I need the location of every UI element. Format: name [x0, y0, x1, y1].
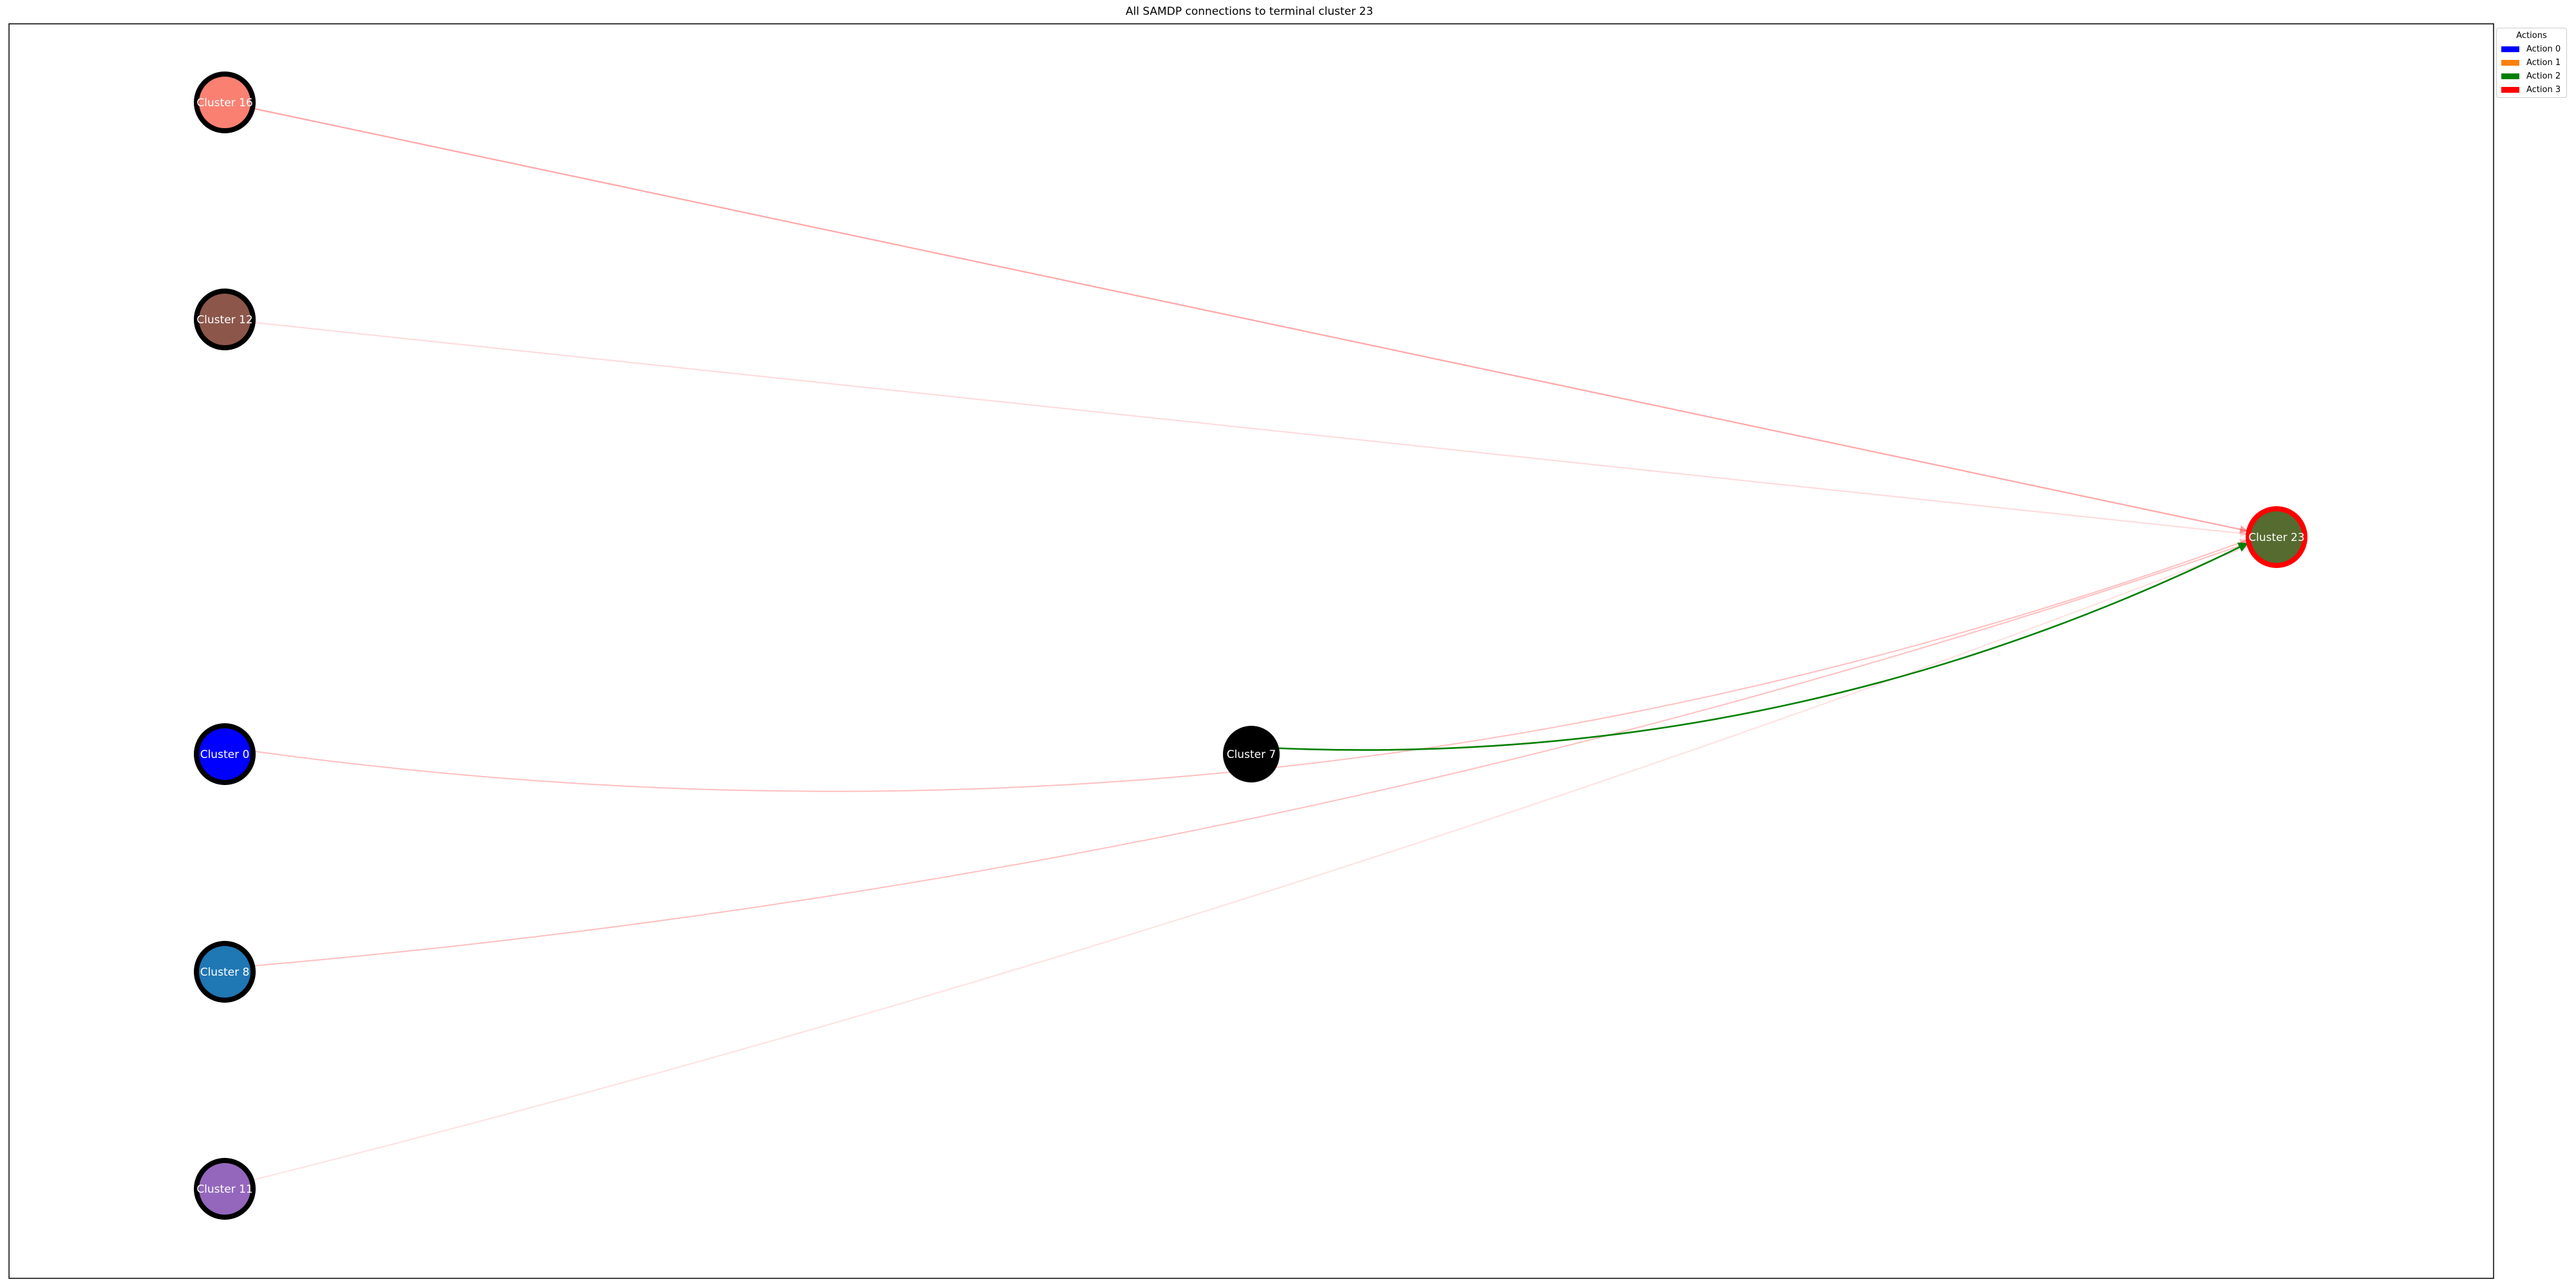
- node-label: Cluster 0: [200, 748, 250, 761]
- legend-item-action-3: Action 3: [2497, 83, 2566, 97]
- node-c11: Cluster 11: [194, 1158, 256, 1220]
- graph-canvas: Cluster 16 Cluster 12 Cluster 0 Cluster 8 Cl…: [8, 23, 2494, 1279]
- node-label: Cluster 11: [196, 1183, 252, 1196]
- legend-item-action-1: Action 1: [2497, 56, 2566, 70]
- edges-layer: [251, 108, 2249, 1181]
- node-c8: Cluster 8: [194, 941, 256, 1003]
- node-label: Cluster 8: [200, 966, 250, 979]
- legend-swatch: [2501, 46, 2519, 52]
- legend-label: Action 1: [2526, 58, 2561, 68]
- legend: Actions Action 0 Action 1 Action 2 Actio…: [2496, 28, 2567, 98]
- node-label: Cluster 23: [2248, 531, 2304, 544]
- node-c0: Cluster 0: [194, 723, 256, 785]
- node-label: Cluster 16: [196, 97, 252, 109]
- nodes-layer: Cluster 16 Cluster 12 Cluster 0 Cluster 8 Cl…: [194, 71, 2307, 1220]
- node-c16: Cluster 16: [194, 71, 256, 133]
- edge-c11-to-c23: [251, 545, 2249, 1181]
- legend-item-action-2: Action 2: [2497, 70, 2566, 83]
- legend-label: Action 3: [2526, 85, 2561, 95]
- node-c12: Cluster 12: [194, 289, 256, 350]
- legend-label: Action 0: [2526, 44, 2561, 54]
- node-label: Cluster 7: [1227, 748, 1276, 761]
- edge-c16-to-c23: [252, 108, 2249, 534]
- legend-swatch: [2501, 87, 2519, 93]
- edge-c7-to-c23: [1278, 542, 2249, 751]
- edge-c12-to-c23: [252, 321, 2248, 537]
- legend-item-action-0: Action 0: [2497, 43, 2566, 56]
- legend-label: Action 2: [2526, 71, 2561, 81]
- legend-title: Actions: [2516, 31, 2547, 41]
- legend-swatch: [2501, 73, 2519, 79]
- node-label: Cluster 12: [196, 314, 252, 327]
- figure: All SAMDP connections to terminal cluste…: [0, 0, 2576, 1288]
- legend-swatch: [2501, 60, 2519, 66]
- plot-frame: [8, 23, 2494, 1279]
- node-c7: Cluster 7: [1223, 726, 1280, 782]
- node-c23: Cluster 23: [2246, 506, 2307, 568]
